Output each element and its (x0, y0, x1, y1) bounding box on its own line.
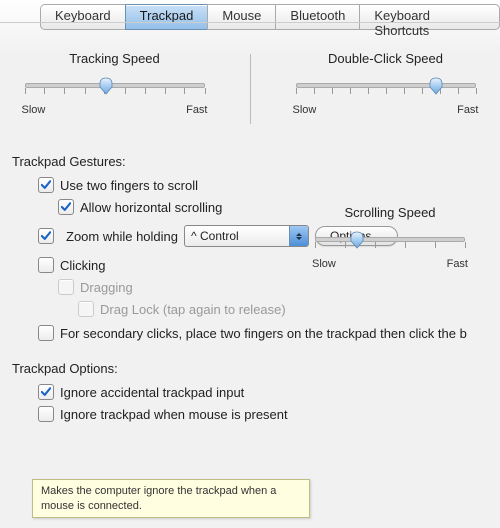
tracking-speed-fast-label: Fast (186, 104, 207, 116)
scrolling-speed-slider[interactable] (315, 228, 465, 248)
tracking-speed-title: Tracking Speed (20, 51, 210, 66)
tooltip: Makes the computer ignore the trackpad w… (32, 479, 310, 518)
zoom-modifier-value: ^ Control (185, 229, 289, 243)
checkbox-drag-lock (78, 301, 94, 317)
label-ignore-accidental: Ignore accidental trackpad input (60, 385, 244, 400)
scrolling-speed-title: Scrolling Speed (310, 205, 470, 220)
checkbox-dragging (58, 279, 74, 295)
gestures-section-title: Trackpad Gestures: (12, 154, 500, 169)
label-two-finger-scroll: Use two fingers to scroll (60, 178, 198, 193)
checkbox-horizontal-scroll[interactable] (58, 199, 74, 215)
label-drag-lock: Drag Lock (tap again to release) (100, 302, 286, 317)
scrolling-slow-label: Slow (312, 258, 336, 270)
checkbox-ignore-when-mouse[interactable] (38, 406, 54, 422)
label-zoom-holding: Zoom while holding (66, 229, 178, 244)
checkbox-zoom-holding[interactable] (38, 228, 54, 244)
checkbox-clicking[interactable] (38, 257, 54, 273)
scrolling-speed-block: Scrolling Speed Slow Fast (310, 205, 470, 270)
tracking-speed-slider[interactable] (25, 74, 205, 94)
doubleclick-slow-label: Slow (293, 104, 317, 116)
popup-arrow-icon (289, 226, 308, 246)
label-clicking: Clicking (60, 258, 106, 273)
trackpad-panel: Tracking Speed Slow Fast Double-Click Sp… (0, 22, 500, 528)
label-dragging: Dragging (80, 280, 133, 295)
doubleclick-speed-block: Double-Click Speed Slow Fast (291, 51, 481, 116)
scrolling-fast-label: Fast (447, 258, 468, 270)
label-horizontal-scroll: Allow horizontal scrolling (80, 200, 222, 215)
doubleclick-speed-slider[interactable] (296, 74, 476, 94)
checkbox-secondary-click[interactable] (38, 325, 54, 341)
checkbox-ignore-accidental[interactable] (38, 384, 54, 400)
doubleclick-speed-title: Double-Click Speed (291, 51, 481, 66)
checkbox-two-finger-scroll[interactable] (38, 177, 54, 193)
vertical-divider (250, 54, 251, 124)
label-ignore-when-mouse: Ignore trackpad when mouse is present (60, 407, 288, 422)
doubleclick-fast-label: Fast (457, 104, 478, 116)
label-secondary-click: For secondary clicks, place two fingers … (60, 326, 467, 341)
tracking-speed-slow-label: Slow (22, 104, 46, 116)
options-section-title: Trackpad Options: (12, 361, 500, 376)
tracking-speed-block: Tracking Speed Slow Fast (20, 51, 210, 116)
zoom-modifier-popup[interactable]: ^ Control (184, 225, 309, 247)
